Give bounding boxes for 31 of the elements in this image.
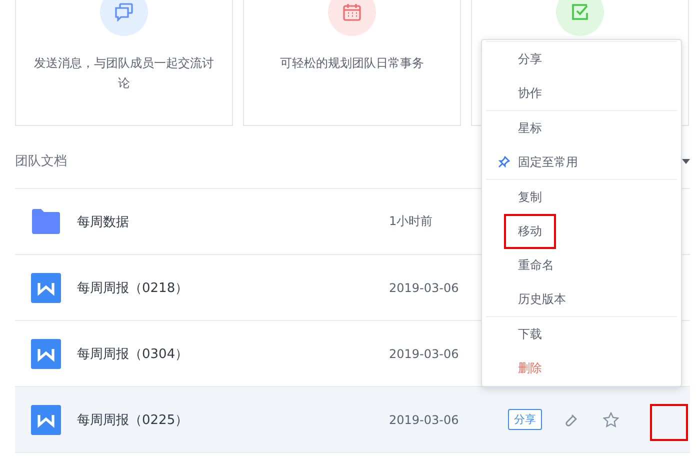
file-name[interactable]: 每周周报（0304）: [77, 344, 389, 362]
menu-item[interactable]: 星标: [518, 120, 542, 136]
folder-icon: [31, 209, 61, 234]
word-doc-icon: [31, 404, 61, 434]
file-name[interactable]: 每周周报（0225）: [77, 410, 389, 428]
file-row[interactable]: 每周周报（0225） 2019-03-06 分享: [15, 387, 690, 453]
modified-time: 2019-03-06: [389, 280, 460, 294]
modified-time: 2019-03-06: [389, 346, 460, 360]
menu-item[interactable]: 下载: [518, 326, 542, 342]
file-name[interactable]: 每周周报（0218）: [77, 278, 389, 296]
file-name[interactable]: 每周数据: [77, 212, 389, 230]
modified-time: 1小时前: [389, 213, 434, 230]
menu-item[interactable]: 复制: [518, 188, 542, 206]
word-doc-icon: [31, 272, 61, 302]
menu-item[interactable]: 重命名: [518, 256, 554, 274]
share-button[interactable]: 分享: [508, 409, 542, 430]
modified-time: 2019-03-06: [389, 412, 460, 426]
card-description: 可轻松的规划团队日常事务: [279, 55, 425, 72]
word-doc-icon: [31, 338, 61, 368]
star-icon[interactable]: [603, 412, 619, 428]
menu-item[interactable]: 移动: [506, 216, 554, 246]
card-description: 发送消息，与团队成员一起交流讨论: [33, 55, 215, 92]
checkbox-icon: [570, 2, 590, 22]
pin-icon: [498, 156, 510, 168]
menu-item[interactable]: 固定至常用: [518, 154, 578, 170]
section-title: 团队文档: [15, 153, 67, 170]
menu-item[interactable]: 协作: [518, 84, 542, 102]
calendar-icon: [342, 2, 362, 22]
menu-item[interactable]: 分享: [518, 50, 542, 68]
menu-item[interactable]: 历史版本: [518, 290, 566, 308]
caret-icon[interactable]: [682, 158, 690, 164]
